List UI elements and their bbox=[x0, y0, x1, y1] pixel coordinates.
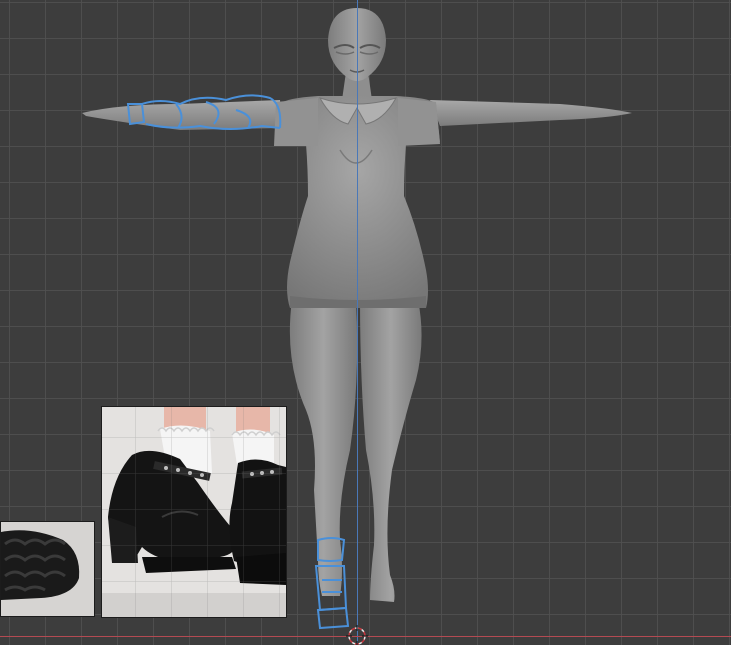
right-arm bbox=[430, 100, 632, 126]
left-leg bbox=[289, 300, 358, 596]
right-leg bbox=[360, 300, 422, 602]
3d-cursor-icon[interactable] bbox=[346, 625, 368, 645]
sculpt-model[interactable] bbox=[0, 0, 731, 645]
right-sleeve bbox=[398, 98, 440, 146]
3d-viewport[interactable] bbox=[0, 0, 731, 645]
y-axis-line bbox=[357, 0, 358, 645]
